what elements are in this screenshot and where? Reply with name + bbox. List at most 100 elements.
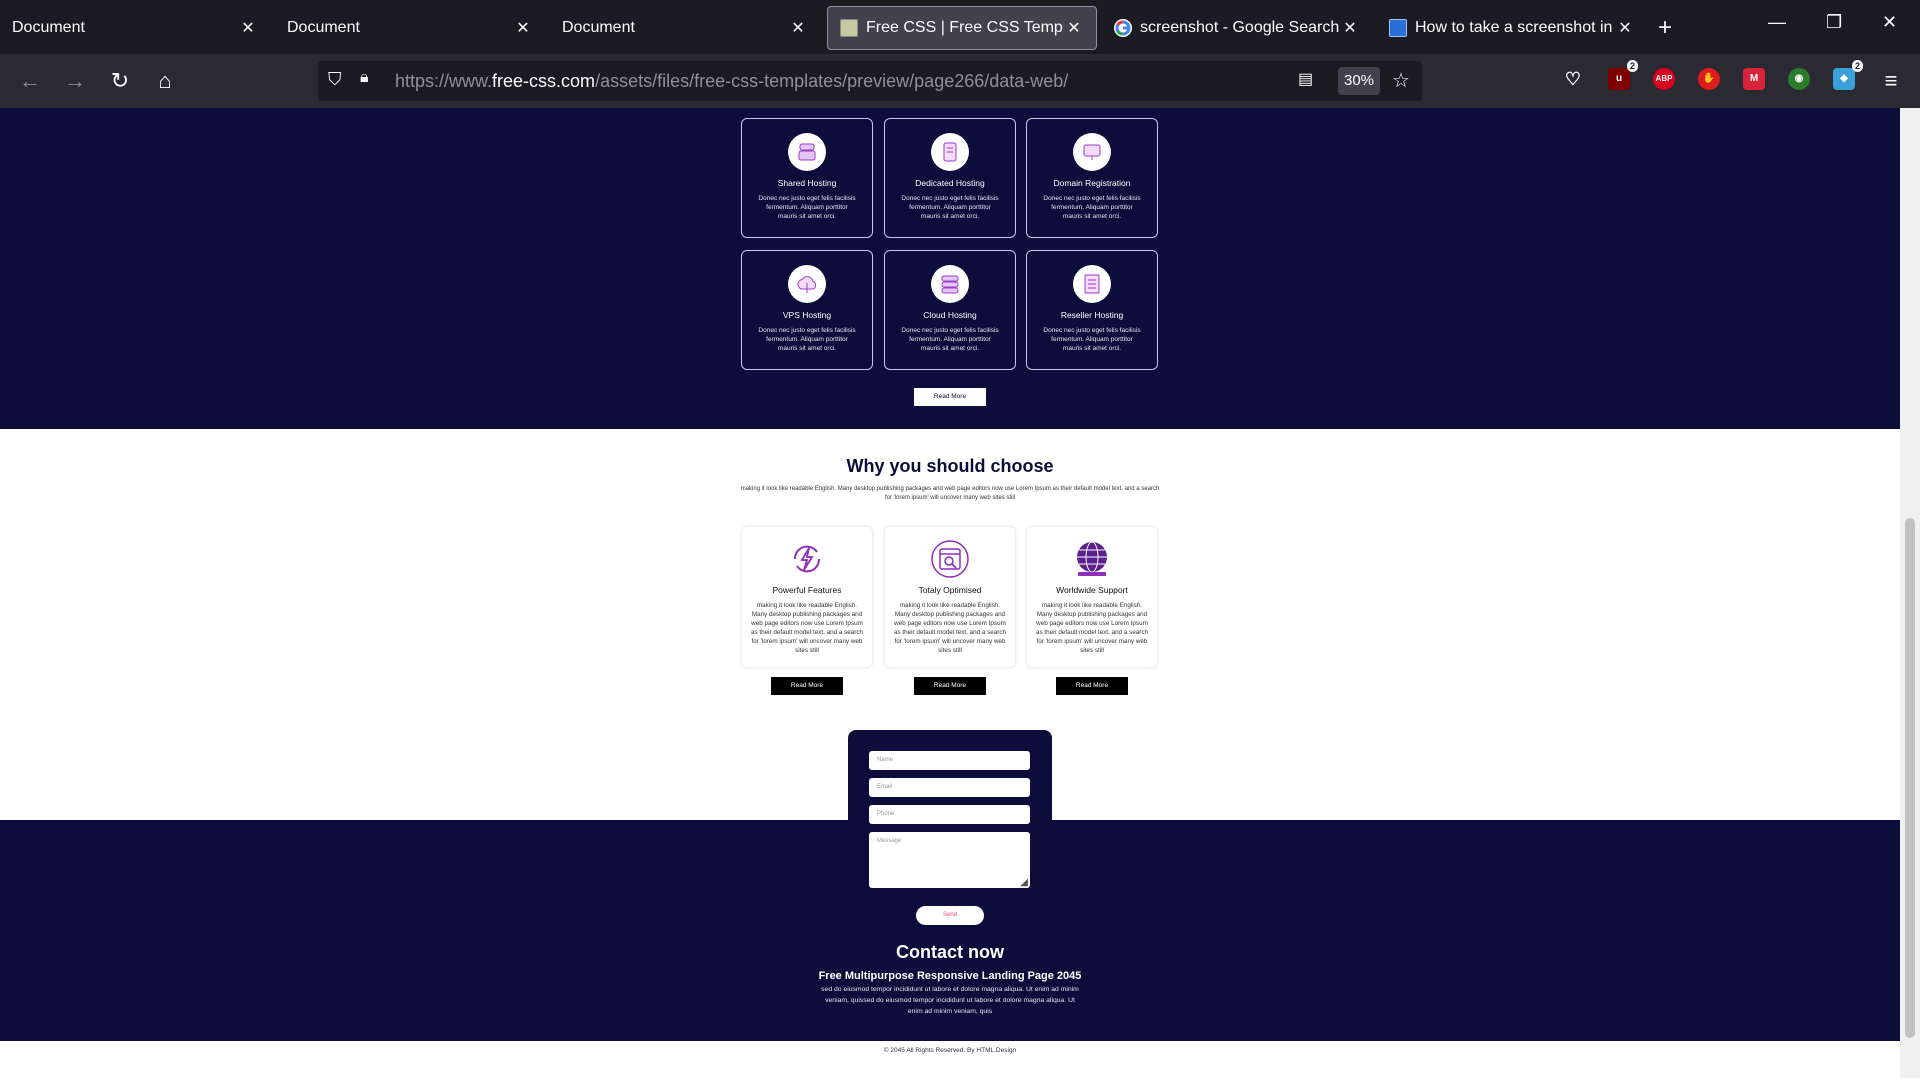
hosting-read-more-button[interactable]: Read More	[914, 388, 986, 406]
url-text[interactable]: https://www.free-css.com/assets/files/fr…	[395, 71, 1068, 92]
url-prefix: https://www.	[395, 71, 493, 91]
hosting-card: Reseller Hosting Donec nec justo eget fe…	[1026, 250, 1158, 370]
copyright-text: © 2045 All Rights Reserved. By HTML.Desi…	[883, 1047, 1017, 1054]
message-placeholder: Message	[877, 838, 902, 844]
free-css-favicon-icon	[840, 19, 858, 37]
close-window-icon[interactable]: ✕	[1882, 12, 1897, 33]
hosting-card: Shared Hosting Donec nec justo eget feli…	[741, 118, 873, 238]
contact-title: Contact now	[896, 942, 1004, 962]
hosting-card: Cloud Hosting Donec nec justo eget felis…	[884, 250, 1016, 370]
message-field[interactable]: Message ◢	[869, 832, 1030, 888]
phone-field[interactable]: Phone	[869, 805, 1030, 824]
contact-subtitle: Free Multipurpose Responsive Landing Pag…	[818, 970, 1082, 982]
close-icon[interactable]: ✕	[1064, 18, 1084, 38]
minimize-icon[interactable]: —	[1768, 12, 1786, 33]
browser-tab[interactable]: Document ✕	[0, 6, 270, 50]
tab-title: screenshot - Google Search	[1140, 19, 1340, 36]
feature-read-more-button[interactable]: Read More	[771, 677, 843, 695]
hosting-card-title: VPS Hosting	[782, 310, 832, 320]
hosting-card-title: Dedicated Hosting	[915, 178, 985, 188]
hosting-card: Dedicated Hosting Donec nec justo eget f…	[884, 118, 1016, 238]
send-button[interactable]: Send	[916, 906, 984, 925]
shield-icon[interactable]: ⛉	[328, 69, 342, 90]
hosting-card: VPS Hosting Donec nec justo eget felis f…	[741, 250, 873, 370]
hosting-card: Domain Registration Donec nec justo eget…	[1026, 118, 1158, 238]
cloud-icon	[788, 265, 826, 303]
abp-label: ABP	[1655, 74, 1673, 83]
forward-button[interactable]: →	[60, 66, 90, 96]
ublock-icon[interactable]: u2	[1608, 60, 1638, 90]
mcafee-icon[interactable]: M	[1743, 68, 1765, 90]
close-icon[interactable]: ✕	[1615, 18, 1635, 38]
feature-read-more-button[interactable]: Read More	[914, 677, 986, 695]
resize-handle-icon[interactable]: ◢	[1020, 877, 1028, 888]
new-tab-button[interactable]: +	[1658, 14, 1672, 42]
home-button[interactable]: ⌂	[150, 66, 180, 96]
reload-button[interactable]: ↻	[105, 66, 135, 96]
browser-tab[interactable]: Document ✕	[275, 6, 545, 50]
server-icon	[931, 265, 969, 303]
zoom-indicator[interactable]: 30%	[1338, 67, 1381, 95]
dedicated-hosting-icon	[931, 133, 969, 171]
close-icon[interactable]: ✕	[513, 18, 533, 38]
close-icon[interactable]: ✕	[1340, 18, 1360, 38]
address-bar[interactable]: ⛉ 🔒︎ https://www.free-css.com/assets/fil…	[318, 61, 1422, 101]
browser-tab[interactable]: screenshot - Google Search ✕	[1102, 6, 1372, 50]
pocket-icon[interactable]: ♡	[1562, 68, 1584, 90]
tab-title: Document	[12, 19, 85, 36]
lock-icon[interactable]: 🔒︎	[360, 69, 369, 87]
hosting-card-title: Cloud Hosting	[923, 310, 977, 320]
browser-tab-active[interactable]: Free CSS | Free CSS Templates ✕	[827, 6, 1097, 50]
bitwarden-icon[interactable]: ◆ 2	[1833, 60, 1863, 90]
page-scrollbar[interactable]	[1900, 108, 1920, 1078]
browser-tab[interactable]: Document ✕	[550, 6, 820, 50]
reader-view-icon[interactable]: ▤	[1298, 69, 1313, 89]
menu-icon[interactable]: ≡	[1876, 66, 1906, 96]
domain-registration-icon	[1073, 133, 1111, 171]
email-field[interactable]: Email	[869, 778, 1030, 797]
hosting-card-desc: Donec nec justo eget felis facilisis fer…	[758, 327, 856, 352]
tab-title: How to take a screenshot in W	[1415, 19, 1615, 36]
ublock-badge: 2	[1626, 60, 1638, 72]
adblock-plus-icon[interactable]: ABP	[1653, 68, 1675, 90]
tab-title: Document	[287, 19, 360, 36]
hosting-card-title: Domain Registration	[1053, 178, 1131, 188]
name-field[interactable]: Name	[869, 751, 1030, 770]
feature-card: Totaly Optimised making it look like rea…	[884, 526, 1016, 668]
feature-card: Worldwide Support making it look like re…	[1026, 526, 1158, 668]
feature-title: Powerful Features	[772, 585, 842, 595]
feature-desc: making it look like readable English. Ma…	[750, 602, 863, 654]
why-section-title: Why you should choose	[846, 456, 1054, 476]
hosting-card-desc: Donec nec justo eget felis facilisis fer…	[901, 195, 999, 220]
feature-desc: making it look like readable English. Ma…	[893, 602, 1006, 654]
back-button[interactable]: ←	[15, 66, 45, 96]
contact-form: Name Email Phone Message ◢ Send	[848, 730, 1052, 955]
why-section-subtitle: making it look like readable English. Ma…	[740, 486, 1160, 501]
hosting-card-desc: Donec nec justo eget felis facilisis fer…	[901, 327, 999, 352]
reseller-icon	[1073, 265, 1111, 303]
contact-description: sed do eiusmod tempor incididunt ut labo…	[821, 986, 1079, 1015]
navigation-toolbar: ← → ↻ ⌂ ⛉ 🔒︎ https://www.free-css.com/as…	[0, 54, 1920, 108]
tab-title: Document	[562, 19, 635, 36]
hosting-card-desc: Donec nec justo eget felis facilisis fer…	[1043, 327, 1141, 352]
globe-icon	[1072, 539, 1112, 579]
hosting-card-desc: Donec nec justo eget felis facilisis fer…	[1043, 195, 1141, 220]
scrollbar-thumb[interactable]	[1905, 518, 1915, 1038]
feature-title: Worldwide Support	[1056, 585, 1128, 595]
monitor-favicon-icon	[1389, 19, 1407, 37]
stop-hand-icon[interactable]: ✋	[1698, 68, 1720, 90]
feature-read-more-button[interactable]: Read More	[1056, 677, 1128, 695]
close-icon[interactable]: ✕	[238, 18, 258, 38]
hosting-card-title: Reseller Hosting	[1060, 310, 1124, 320]
search-window-icon	[930, 539, 970, 579]
hosting-card-desc: Donec nec justo eget felis facilisis fer…	[758, 195, 856, 220]
shared-hosting-icon	[788, 133, 826, 171]
restore-icon[interactable]: ❐	[1826, 12, 1842, 33]
url-path: /assets/files/free-css-templates/preview…	[595, 71, 1069, 91]
feature-desc: making it look like readable English. Ma…	[1035, 602, 1148, 654]
bookmark-star-icon[interactable]: ☆	[1392, 68, 1410, 93]
close-icon[interactable]: ✕	[788, 18, 808, 38]
feature-title: Totaly Optimised	[918, 585, 982, 595]
globe-extension-icon[interactable]: ◉	[1788, 68, 1810, 90]
browser-tab[interactable]: How to take a screenshot in W ✕	[1377, 6, 1647, 50]
